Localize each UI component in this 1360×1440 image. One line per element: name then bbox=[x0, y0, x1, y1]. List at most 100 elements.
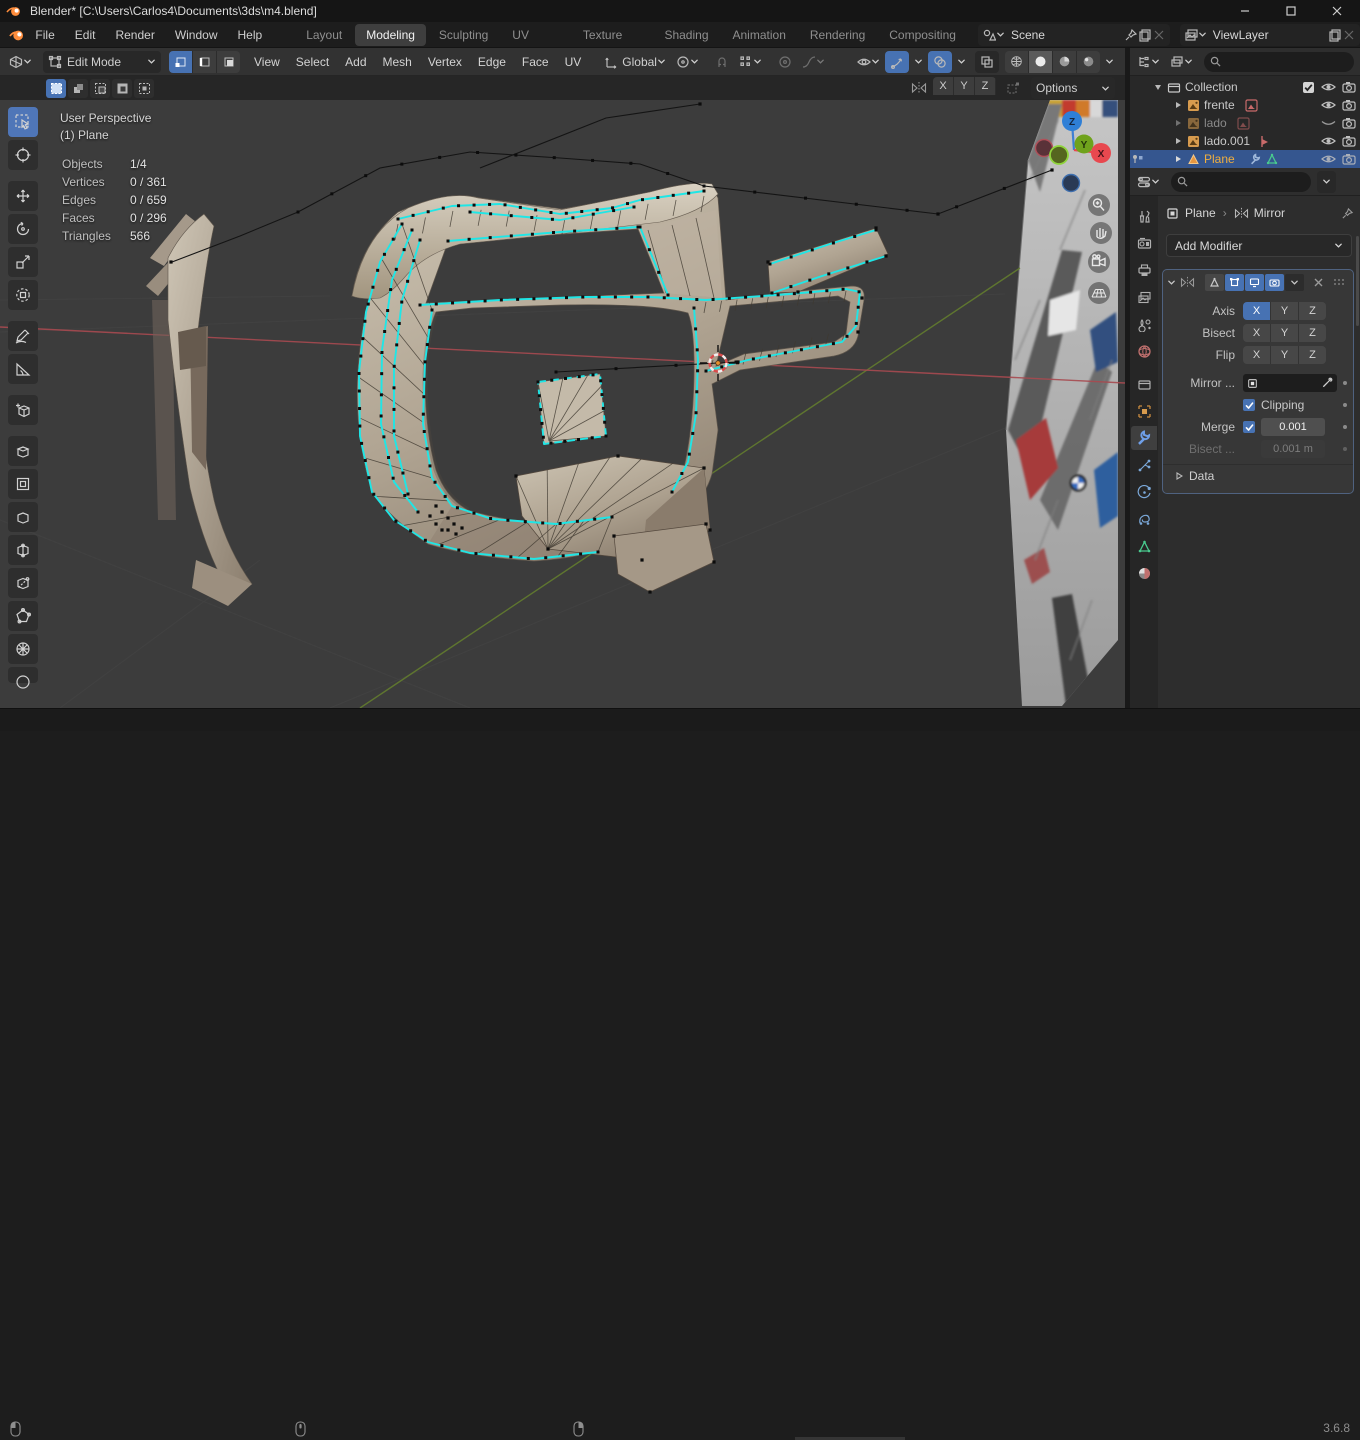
pin-icon[interactable] bbox=[1341, 207, 1354, 220]
workspace-tab-sculpting[interactable]: Sculpting bbox=[428, 24, 499, 46]
outliner-search-input[interactable] bbox=[1204, 52, 1354, 72]
camera-view-button[interactable] bbox=[1088, 251, 1110, 273]
perspective-grid-button[interactable] bbox=[1088, 282, 1110, 304]
mirror-y-button[interactable]: Y bbox=[954, 77, 975, 95]
modifier-extras-dropdown[interactable] bbox=[1285, 274, 1304, 291]
hide-eye-icon[interactable] bbox=[1321, 135, 1336, 147]
tool-spin[interactable] bbox=[8, 634, 38, 664]
properties-options-dropdown[interactable] bbox=[1317, 171, 1336, 193]
minimize-button[interactable] bbox=[1222, 0, 1268, 22]
select-set-mode-button[interactable] bbox=[46, 79, 66, 98]
eyedropper-icon[interactable] bbox=[1321, 377, 1333, 389]
workspace-tab-uv-editing[interactable]: UV Editing bbox=[501, 24, 570, 46]
tool-move[interactable] bbox=[8, 181, 38, 211]
breadcrumb-object[interactable]: Plane bbox=[1185, 206, 1216, 220]
tab-world[interactable] bbox=[1131, 339, 1157, 363]
snap-toggle-button[interactable] bbox=[710, 51, 734, 73]
tab-material[interactable] bbox=[1131, 561, 1157, 585]
gizmos-toggle[interactable] bbox=[885, 51, 909, 73]
viewport-menu-mesh[interactable]: Mesh bbox=[375, 48, 420, 76]
shading-solid-button[interactable] bbox=[1029, 51, 1053, 73]
viewport-menu-vertex[interactable]: Vertex bbox=[420, 48, 470, 76]
3d-viewport-canvas[interactable]: Z Y X bbox=[0, 100, 1125, 708]
hide-eye-icon[interactable] bbox=[1321, 99, 1336, 111]
disclosure-closed-icon[interactable] bbox=[1174, 155, 1182, 163]
drag-handle-icon[interactable] bbox=[1333, 278, 1347, 286]
tab-view-layer[interactable] bbox=[1131, 285, 1157, 309]
mirror-object-field[interactable] bbox=[1243, 374, 1337, 392]
outliner-row-plane[interactable]: Plane bbox=[1130, 150, 1360, 168]
reference-image-plane[interactable] bbox=[1000, 100, 1125, 708]
transform-orientation-dropdown[interactable]: Global bbox=[599, 51, 671, 73]
select-subtract-mode-button[interactable] bbox=[90, 79, 110, 98]
collapse-chevron-icon[interactable] bbox=[1167, 278, 1176, 287]
tab-modifiers[interactable] bbox=[1131, 426, 1157, 450]
select-invert-mode-button[interactable] bbox=[112, 79, 132, 98]
bisect-y-button[interactable]: Y bbox=[1271, 324, 1299, 342]
menu-window[interactable]: Window bbox=[165, 22, 228, 48]
animate-dot[interactable] bbox=[1343, 447, 1347, 451]
snap-base-icon[interactable] bbox=[1006, 81, 1021, 95]
vertex-select-mode-button[interactable] bbox=[169, 51, 193, 73]
tab-particles[interactable] bbox=[1131, 453, 1157, 477]
select-intersect-mode-button[interactable] bbox=[134, 79, 154, 98]
viewport-menu-face[interactable]: Face bbox=[514, 48, 557, 76]
tool-loop-cut[interactable] bbox=[8, 535, 38, 565]
flip-y-button[interactable]: Y bbox=[1271, 346, 1299, 364]
editor-type-button[interactable] bbox=[4, 51, 37, 73]
show-object-types-dropdown[interactable] bbox=[852, 51, 885, 73]
properties-editor-type-button[interactable] bbox=[1132, 171, 1165, 193]
tool-extrude-region[interactable] bbox=[8, 436, 38, 466]
tool-rotate[interactable] bbox=[8, 214, 38, 244]
render-camera-icon[interactable] bbox=[1342, 81, 1356, 93]
proportional-editing-button[interactable] bbox=[773, 51, 797, 73]
new-viewlayer-icon[interactable] bbox=[1328, 28, 1342, 42]
snap-settings-dropdown[interactable] bbox=[734, 51, 767, 73]
animate-dot[interactable] bbox=[1343, 381, 1347, 385]
unlink-scene-icon[interactable] bbox=[1152, 28, 1166, 42]
tool-poly-build[interactable] bbox=[8, 601, 38, 631]
merge-threshold-field[interactable]: 0.001 bbox=[1261, 418, 1325, 436]
tab-constraints[interactable] bbox=[1131, 507, 1157, 531]
properties-search-input[interactable] bbox=[1171, 172, 1311, 192]
tab-object[interactable] bbox=[1131, 399, 1157, 423]
viewport-menu-edge[interactable]: Edge bbox=[470, 48, 514, 76]
outliner-filter-button[interactable] bbox=[1165, 51, 1198, 73]
shading-wireframe-button[interactable] bbox=[1005, 51, 1029, 73]
tab-object-data[interactable] bbox=[1131, 534, 1157, 558]
edge-select-mode-button[interactable] bbox=[193, 51, 217, 73]
outliner-editor-type-button[interactable] bbox=[1132, 51, 1165, 73]
mesh-object[interactable] bbox=[146, 102, 1054, 606]
tab-render[interactable] bbox=[1131, 231, 1157, 255]
tool-transform[interactable] bbox=[8, 280, 38, 310]
bisect-x-button[interactable]: X bbox=[1243, 324, 1271, 342]
tool-bevel[interactable] bbox=[8, 502, 38, 532]
options-dropdown[interactable]: Options bbox=[1031, 77, 1115, 99]
tool-annotate[interactable] bbox=[8, 321, 38, 351]
scene-selector[interactable]: Scene bbox=[978, 24, 1170, 46]
workspace-tab-shading[interactable]: Shading bbox=[653, 24, 719, 46]
animate-dot[interactable] bbox=[1343, 425, 1347, 429]
overlays-toggle[interactable] bbox=[928, 51, 952, 73]
viewport-menu-add[interactable]: Add bbox=[337, 48, 374, 76]
gizmos-dropdown[interactable] bbox=[909, 51, 928, 73]
data-subpanel-header[interactable]: Data bbox=[1163, 464, 1353, 487]
bisect-distance-field[interactable]: 0.001 m bbox=[1261, 440, 1325, 458]
shading-dropdown[interactable] bbox=[1100, 51, 1119, 73]
shading-rendered-button[interactable] bbox=[1077, 51, 1100, 73]
outliner-row-lado[interactable]: lado bbox=[1130, 114, 1360, 132]
hide-eye-icon[interactable] bbox=[1321, 81, 1336, 93]
menu-edit[interactable]: Edit bbox=[65, 22, 106, 48]
maximize-button[interactable] bbox=[1268, 0, 1314, 22]
tab-collection[interactable] bbox=[1131, 372, 1157, 396]
viewport-menu-select[interactable]: Select bbox=[288, 48, 337, 76]
add-modifier-dropdown[interactable]: Add Modifier bbox=[1166, 234, 1352, 257]
remove-viewlayer-icon[interactable] bbox=[1342, 28, 1356, 42]
workspace-tab-rendering[interactable]: Rendering bbox=[799, 24, 876, 46]
blender-menu-icon[interactable] bbox=[8, 26, 25, 44]
outliner-row-lado001[interactable]: lado.001 bbox=[1130, 132, 1360, 150]
axis-z-button[interactable]: Z bbox=[1299, 302, 1326, 320]
falloff-dropdown[interactable] bbox=[797, 51, 830, 73]
gizmo-neg-z[interactable] bbox=[1063, 175, 1080, 192]
axis-y-button[interactable]: Y bbox=[1271, 302, 1299, 320]
